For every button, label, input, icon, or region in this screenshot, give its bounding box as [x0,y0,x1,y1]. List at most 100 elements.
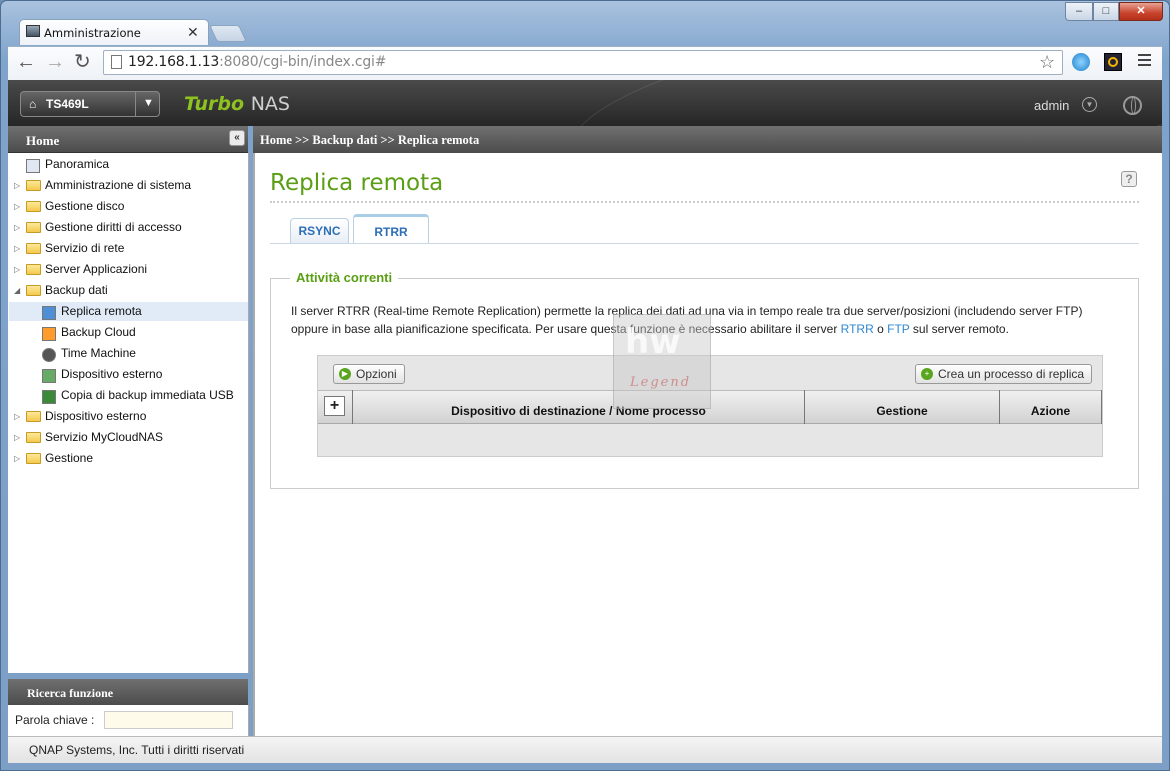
skype-extension-icon[interactable] [1072,53,1090,71]
forward-arrow-icon[interactable]: → [45,52,65,72]
folder-icon [26,411,41,422]
help-icon[interactable]: ? [1121,171,1137,187]
search-title: Ricerca funzione [27,686,114,700]
folder-icon [26,264,41,275]
device-menu-button[interactable] [20,91,160,117]
divider [135,92,136,116]
rtrr-link[interactable]: RTRR [841,322,874,336]
close-window-button[interactable]: ✕ [1119,2,1163,21]
folder-icon [26,453,41,464]
bookmark-star-icon[interactable]: ☆ [1039,52,1055,73]
description-text: sul server remoto. [909,322,1009,336]
sidebar-item-label[interactable]: Gestione diritti di accesso [45,220,182,234]
apple-icon [42,348,56,362]
sidebar-item-label[interactable]: Copia di backup immediata USB [61,388,234,402]
sidebar-item-label[interactable]: Backup dati [45,283,108,297]
brand-nas: NAS [250,93,290,115]
footer-text: QNAP Systems, Inc. Tutti i diritti riser… [29,743,245,757]
expand-arrow-icon[interactable]: ▷ [14,454,20,463]
user-name[interactable]: admin [1034,98,1069,113]
sidebar-item-label[interactable]: Backup Cloud [61,325,136,339]
breadcrumb: Home >> Backup dati >> Replica remota [260,133,480,147]
page-favicon-icon [26,25,40,37]
folder-open-icon [26,285,41,296]
usb-icon [42,369,56,383]
expand-arrow-icon[interactable]: ▷ [14,412,20,421]
extension-icon[interactable] [1104,53,1122,71]
divider [270,201,1139,203]
tab-divider [270,243,1139,244]
sidebar-item-label[interactable]: Replica remota [61,304,142,318]
description-line-2: oppure in base alla pianificazione speci… [291,322,841,336]
create-label: Crea un processo di replica [938,367,1085,381]
keyword-search-input[interactable] [104,711,233,729]
brand-turbo: Turbo [184,93,245,115]
sidebar-item-label[interactable]: Gestione [45,451,93,465]
language-globe-icon[interactable] [1123,96,1142,115]
expand-arrow-icon[interactable]: ▷ [14,433,20,442]
tab-close-icon[interactable]: ✕ [187,24,199,41]
column-header-action[interactable]: Azione [999,390,1102,424]
options-label: Opzioni [356,367,397,381]
watermark-text: Legend [630,375,692,390]
sidebar-item-label[interactable]: Gestione disco [45,199,124,213]
sidebar-item-label[interactable]: Server Applicazioni [45,262,147,276]
section-title: Attività correnti [290,270,399,285]
reload-icon[interactable]: ↻ [74,52,91,72]
maximize-button[interactable]: □ [1093,2,1119,21]
minimize-button[interactable]: – [1065,2,1093,21]
tab-rtrr[interactable]: RTRR [353,214,429,243]
column-header-management[interactable]: Gestione [804,390,999,424]
expand-arrow-icon[interactable]: ▷ [14,265,20,274]
page-icon [111,55,122,69]
browser-menu-icon[interactable] [1138,54,1151,69]
replication-icon [42,306,56,320]
expand-arrow-icon[interactable]: ▷ [14,181,20,190]
sidebar-item-label[interactable]: Time Machine [61,346,136,360]
sidebar-item-label[interactable]: Servizio di rete [45,241,124,255]
device-name: TS469L [46,97,89,111]
page-title: Replica remota [270,170,444,196]
home-icon: ⌂ [29,97,37,111]
caret-down-icon[interactable]: ▼ [143,97,154,109]
sidebar-item-label[interactable]: Dispositivo esterno [45,409,146,423]
arrow-right-icon: ▶ [339,368,351,380]
add-icon: + [921,368,933,380]
overview-icon [26,159,40,173]
expand-all-button[interactable]: + [324,396,345,416]
sidebar-item-label[interactable]: Dispositivo esterno [61,367,162,381]
folder-icon [26,243,41,254]
sidebar-item-label[interactable]: Servizio MyCloudNAS [45,430,163,444]
url-text[interactable]: 192.168.1.13:8080/cgi-bin/index.cgi# [128,54,386,70]
options-button[interactable]: ▶ Opzioni [333,364,405,384]
app-header [8,80,1162,126]
expand-arrow-icon[interactable]: ▷ [14,244,20,253]
column-header-destination[interactable]: Dispositivo di destinazione / Nome proce… [352,390,804,424]
description-text: o [873,322,888,336]
user-menu-chevron-icon[interactable]: ▼ [1082,97,1097,112]
tab-title: Amministrazione [44,26,141,40]
url-host: 192.168.1.13 [128,54,220,70]
watermark-hw-icon: hw [625,322,681,362]
ftp-link[interactable]: FTP [887,322,909,336]
folder-icon [26,222,41,233]
folder-icon [26,201,41,212]
brand-logo: Turbo NAS [184,93,290,115]
folder-icon [26,432,41,443]
usb-copy-icon [42,390,56,404]
collapse-sidebar-button[interactable]: « [229,130,245,146]
back-arrow-icon[interactable]: ← [16,52,36,72]
sidebar-item-label[interactable]: Panoramica [45,157,109,171]
create-replication-job-button[interactable]: + Crea un processo di replica [915,364,1093,384]
folder-icon [26,180,41,191]
expand-arrow-icon[interactable]: ▷ [14,202,20,211]
search-label: Parola chiave : [15,713,95,727]
cloud-icon [42,327,56,341]
sidebar-title: Home [26,133,60,148]
collapse-arrow-icon[interactable]: ◢ [14,286,20,295]
tab-rsync[interactable]: RSYNC [290,218,349,243]
description: Il server RTRR (Real-time Remote Replica… [291,302,1131,338]
url-path: :8080/cgi-bin/index.cgi# [219,54,387,70]
sidebar-item-label[interactable]: Amministrazione di sistema [45,178,191,192]
expand-arrow-icon[interactable]: ▷ [14,223,20,232]
